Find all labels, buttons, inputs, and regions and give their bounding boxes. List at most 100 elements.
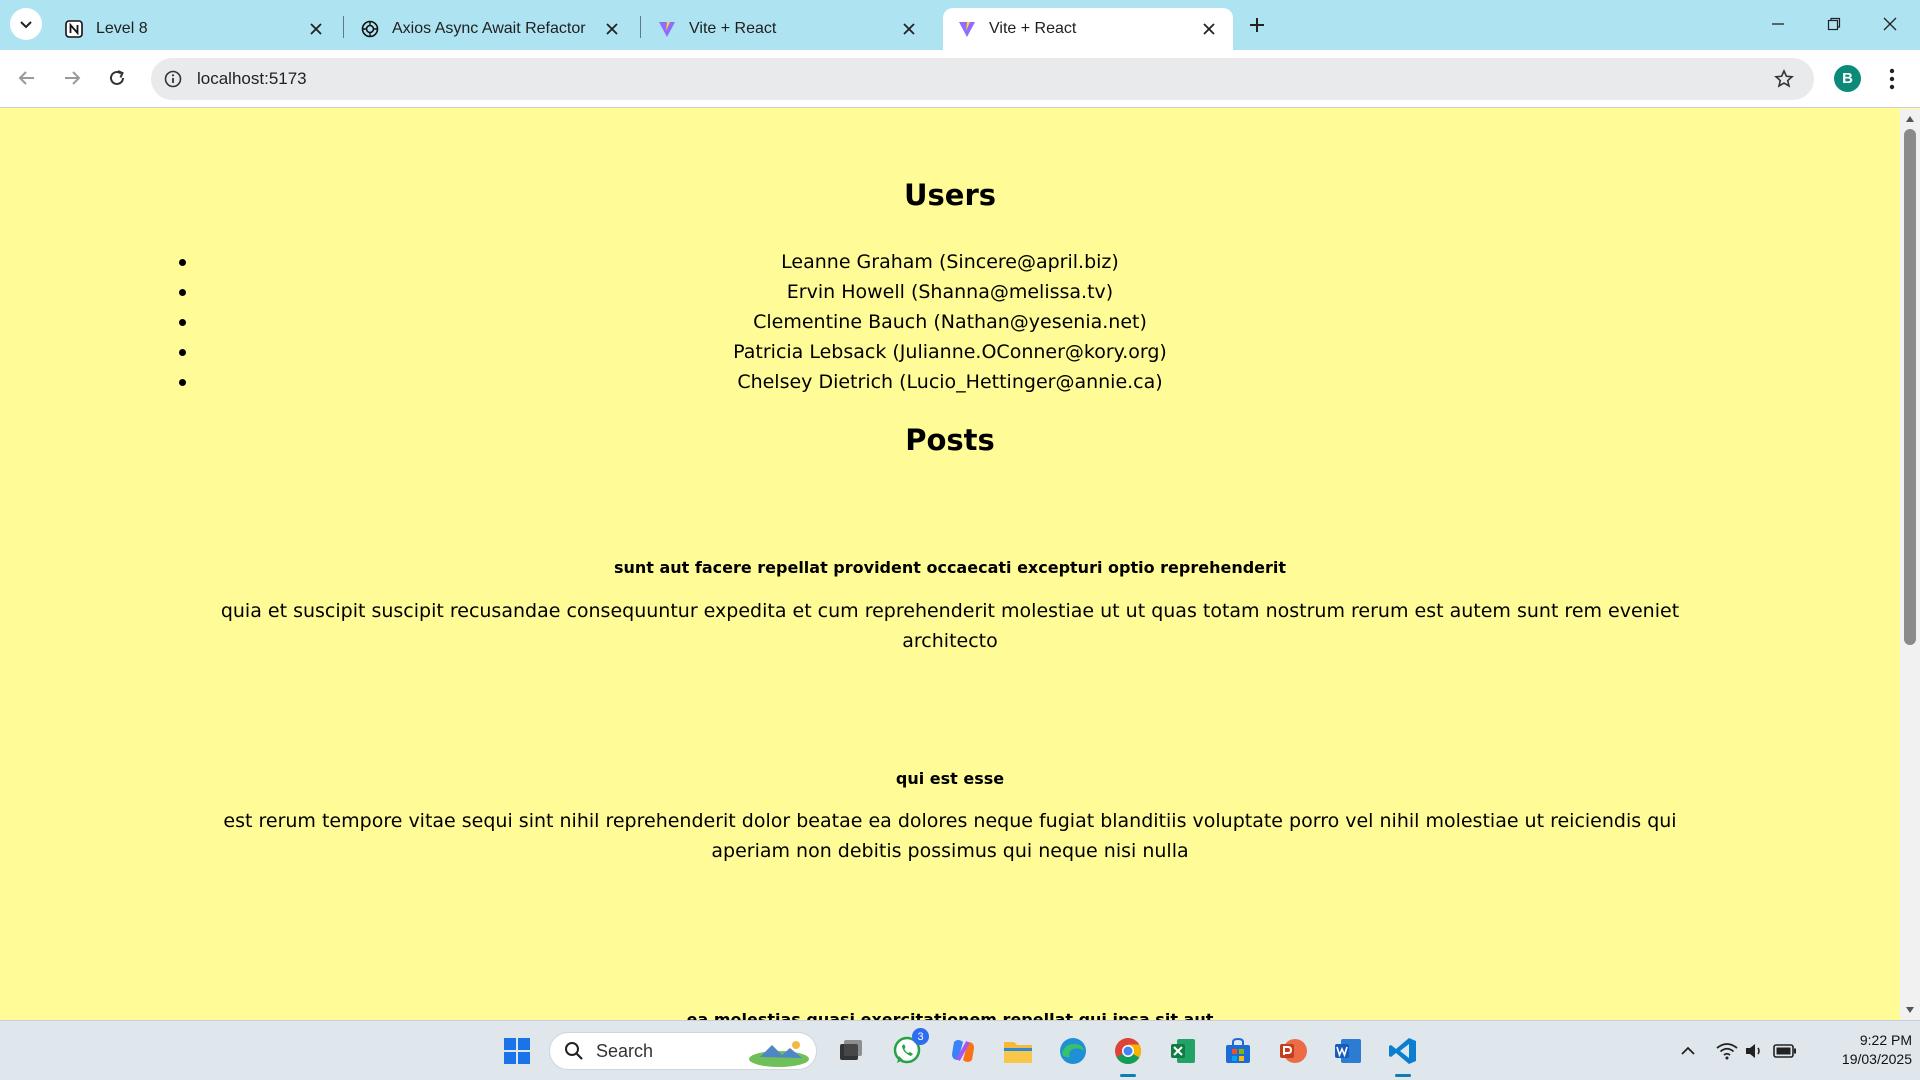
volume-button[interactable] — [1742, 1031, 1766, 1071]
copilot-button[interactable] — [943, 1031, 983, 1071]
page-scrollbar[interactable] — [1900, 109, 1920, 1020]
close-icon[interactable] — [1199, 19, 1219, 39]
browser-menu-button[interactable] — [1880, 64, 1904, 94]
excel-button[interactable] — [1163, 1031, 1203, 1071]
tab-level-8[interactable]: Level 8 — [50, 8, 340, 50]
arrow-right-icon — [65, 71, 81, 85]
user-item: Chelsey Dietrich (Lucio_Hettinger@annie.… — [0, 367, 1900, 397]
volume-icon — [1746, 1044, 1760, 1058]
windows-taskbar: Search 3 9:22 PM 19/03/2025 — [0, 1020, 1920, 1080]
back-button[interactable] — [10, 61, 44, 95]
search-icon — [565, 1042, 583, 1060]
vite-icon — [957, 19, 977, 39]
chevron-down-icon — [20, 21, 32, 29]
more-vertical-icon — [1889, 68, 1895, 90]
reload-icon — [110, 70, 124, 85]
start-icon — [504, 1038, 530, 1064]
tab-separator — [640, 16, 641, 38]
user-item: Clementine Bauch (Nathan@yesenia.net) — [0, 307, 1900, 337]
site-info-icon[interactable] — [161, 67, 185, 91]
post-body: quia et suscipit suscipit recusandae con… — [220, 600, 1680, 652]
scrollbar-thumb[interactable] — [1904, 129, 1916, 645]
posts-heading: Posts — [905, 423, 995, 457]
tab-strip: Level 8 Axios Async Await Refactor Vite … — [0, 0, 1920, 50]
vscode-icon — [1389, 1038, 1416, 1064]
post-title: sunt aut facere repellat provident occae… — [613, 558, 1287, 577]
word-button[interactable] — [1328, 1031, 1368, 1071]
restore-button[interactable] — [1806, 0, 1862, 48]
user-item: Leanne Graham (Sincere@april.biz) — [0, 247, 1900, 277]
tab-vite-react[interactable]: Vite + React — [643, 8, 933, 50]
reload-button[interactable] — [100, 61, 134, 95]
tab-separator — [343, 16, 344, 38]
file-explorer-button[interactable] — [998, 1031, 1038, 1071]
whatsapp-button[interactable]: 3 — [887, 1028, 929, 1071]
word-icon — [1335, 1039, 1361, 1063]
battery-button[interactable] — [1772, 1031, 1798, 1071]
bookmark-star-icon[interactable] — [1772, 67, 1796, 91]
scroll-up-arrow-icon[interactable] — [1904, 113, 1916, 125]
tab-search-button[interactable] — [10, 8, 42, 40]
task-view-icon — [840, 1040, 862, 1060]
profile-avatar[interactable]: B — [1834, 65, 1861, 92]
chrome-button[interactable] — [1108, 1031, 1148, 1077]
taskbar-search[interactable]: Search — [549, 1032, 817, 1070]
edge-icon — [1060, 1038, 1086, 1064]
tab-vite-react-active[interactable]: Vite + React — [943, 8, 1233, 50]
restore-icon — [1827, 17, 1841, 31]
microsoft-store-button[interactable] — [1218, 1031, 1258, 1071]
plus-icon — [1250, 18, 1264, 32]
vscode-button[interactable] — [1383, 1031, 1423, 1077]
wifi-button[interactable] — [1714, 1031, 1740, 1071]
tab-title: Vite + React — [689, 20, 777, 37]
vite-icon — [657, 19, 677, 39]
close-window-button[interactable] — [1862, 0, 1918, 48]
start-button[interactable] — [497, 1031, 537, 1071]
notion-icon — [64, 19, 84, 39]
search-label: Search — [596, 1040, 654, 1061]
tab-title: Vite + React — [989, 20, 1077, 37]
new-tab-button[interactable] — [1242, 10, 1272, 40]
close-icon[interactable] — [602, 19, 622, 39]
wifi-icon — [1716, 1043, 1738, 1060]
tab-title: Axios Async Await Refactor — [392, 20, 586, 37]
chrome-icon — [1115, 1038, 1142, 1065]
tab-title: Level 8 — [96, 20, 148, 37]
minimize-icon — [1772, 23, 1784, 25]
user-item: Ervin Howell (Shanna@melissa.tv) — [0, 277, 1900, 307]
minimize-button[interactable] — [1750, 0, 1806, 48]
search-highlight-icon — [749, 1041, 809, 1067]
browser-toolbar: localhost:5173 B — [0, 50, 1920, 108]
active-app-indicator — [1395, 1074, 1411, 1077]
clock-date: 19/03/2025 — [1841, 1051, 1912, 1067]
user-item: Patricia Lebsack (Julianne.OConner@kory.… — [0, 337, 1900, 367]
users-heading: Users — [903, 178, 997, 212]
system-clock[interactable]: 9:22 PM 19/03/2025 — [1802, 1031, 1912, 1069]
close-icon[interactable] — [899, 19, 919, 39]
openai-icon — [360, 19, 380, 39]
scroll-down-arrow-icon[interactable] — [1904, 1004, 1916, 1016]
post-title: ea molestias quasi exercitationem repell… — [686, 1010, 1214, 1020]
close-icon[interactable] — [306, 19, 326, 39]
battery-icon — [1773, 1044, 1796, 1058]
post-body: est rerum tempore vitae sequi sint nihil… — [223, 810, 1677, 862]
address-bar[interactable]: localhost:5173 — [151, 58, 1814, 100]
users-list: Leanne Graham (Sincere@april.biz) Ervin … — [0, 247, 1900, 397]
clock-time: 9:22 PM — [1859, 1032, 1912, 1048]
forward-button[interactable] — [55, 61, 89, 95]
task-view-button[interactable] — [831, 1031, 871, 1071]
close-icon — [1883, 17, 1897, 31]
show-hidden-icons-button[interactable] — [1675, 1031, 1701, 1071]
chevron-up-icon — [1681, 1046, 1695, 1055]
arrow-left-icon — [18, 71, 34, 85]
powerpoint-icon — [1280, 1039, 1307, 1063]
active-app-indicator — [1120, 1074, 1136, 1077]
page-viewport: Users Leanne Graham (Sincere@april.biz) … — [0, 109, 1900, 1020]
powerpoint-button[interactable] — [1273, 1031, 1313, 1071]
excel-icon — [1171, 1039, 1195, 1063]
url-text: localhost:5173 — [197, 69, 307, 88]
tab-axios-refactor[interactable]: Axios Async Await Refactor — [346, 8, 636, 50]
notification-badge: 3 — [912, 1028, 929, 1045]
edge-button[interactable] — [1053, 1031, 1093, 1071]
copilot-icon — [952, 1040, 974, 1062]
